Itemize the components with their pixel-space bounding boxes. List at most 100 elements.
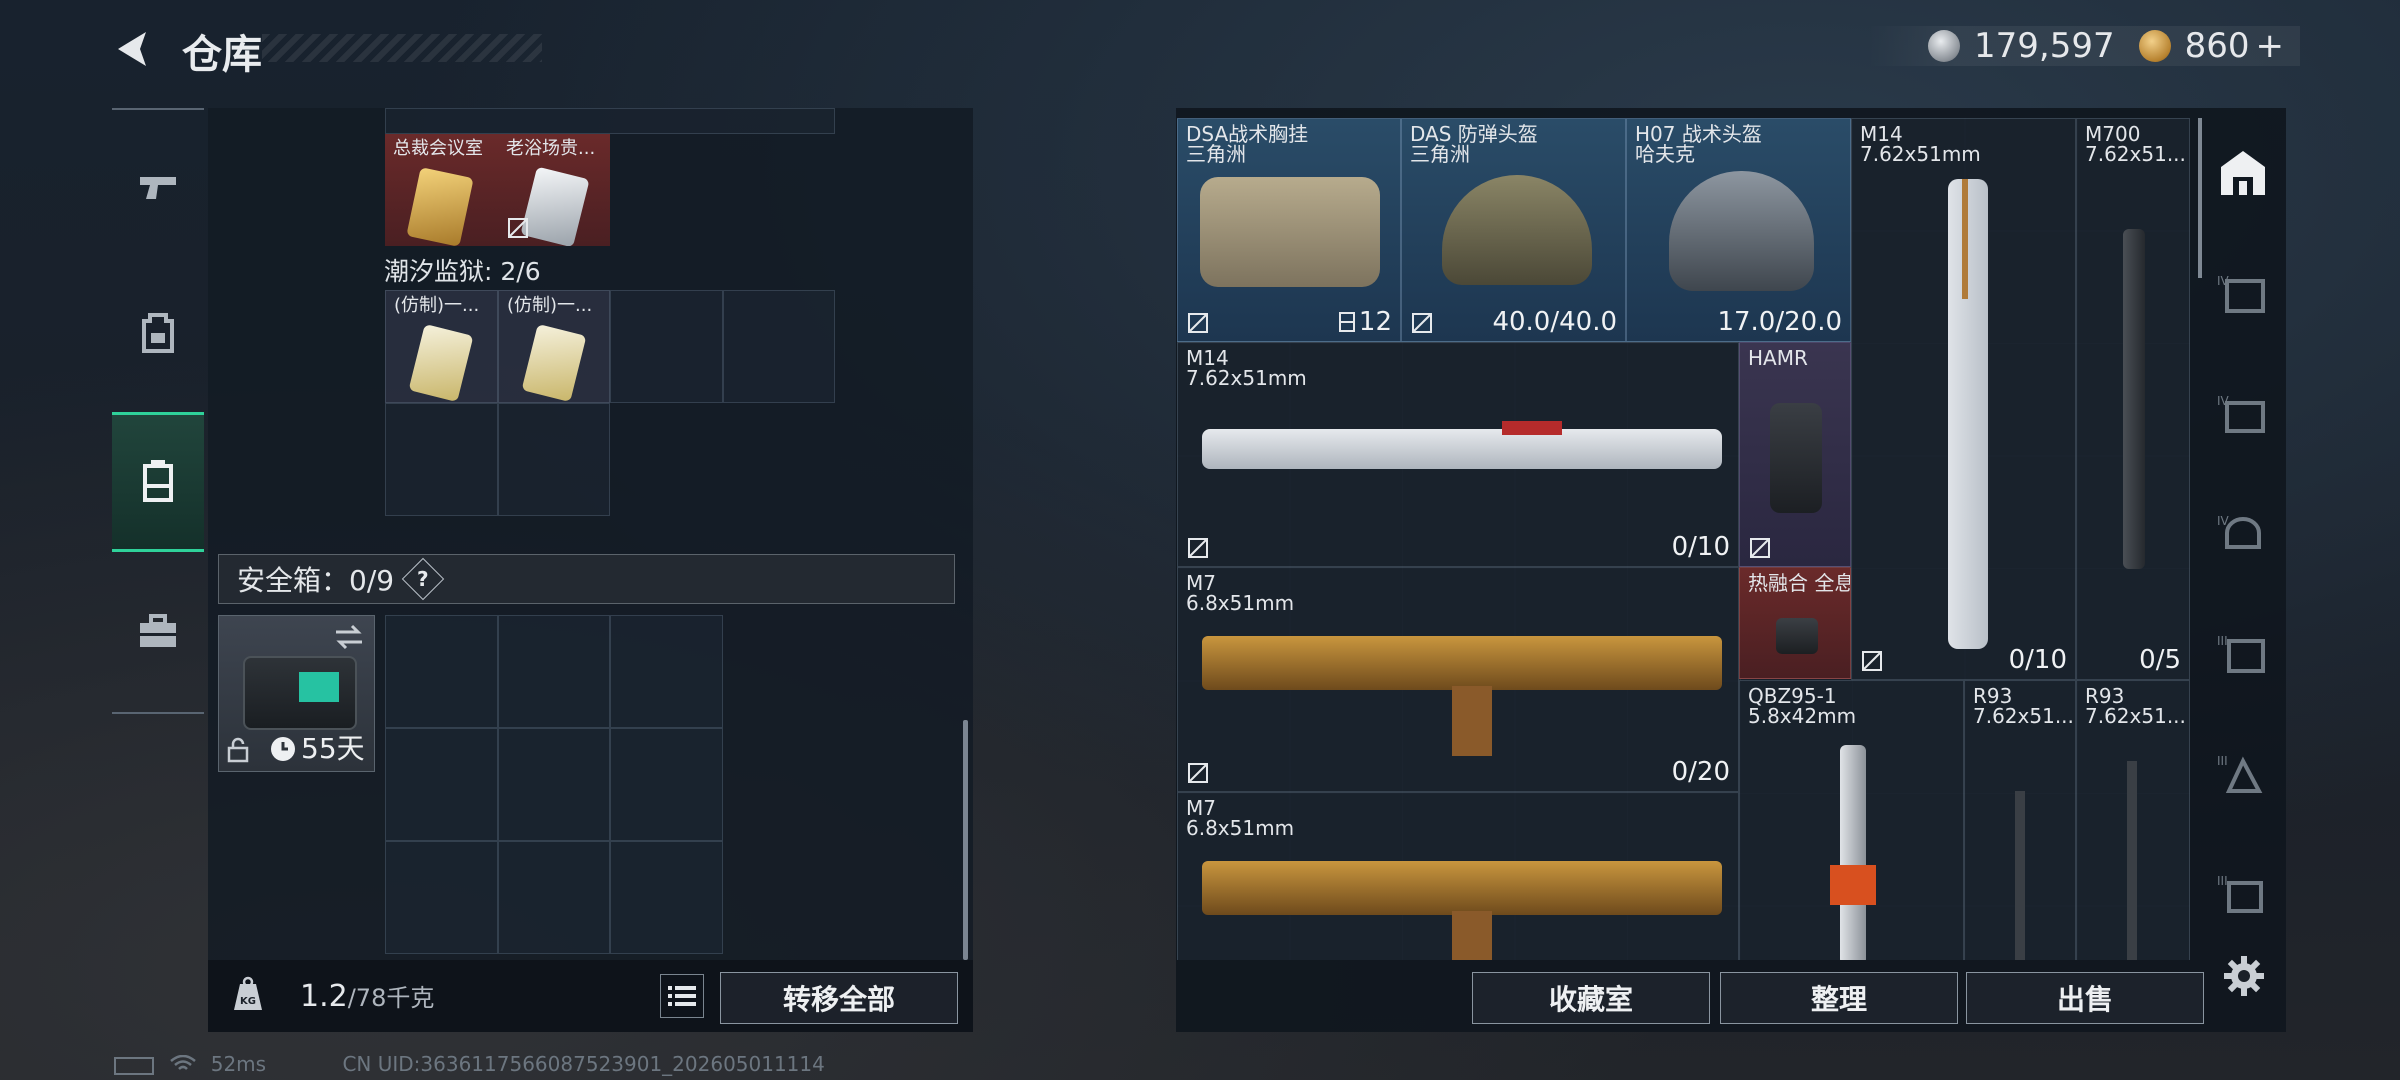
item-name: R93 xyxy=(1973,684,2013,708)
item-sub: 7.62x51... xyxy=(2085,705,2185,727)
silver-amount: 179,597 xyxy=(1973,26,2115,66)
item-rifle-r93[interactable]: R93 7.62x51... xyxy=(1964,680,2076,960)
grid-cell[interactable] xyxy=(498,841,610,954)
keycard-slot[interactable]: 总裁会议室 xyxy=(385,134,498,246)
add-currency-button[interactable]: + xyxy=(2256,26,2285,66)
back-arrow-icon[interactable] xyxy=(110,26,156,72)
item-tactical-vest[interactable]: DSA战术胸挂 三角洲 12 xyxy=(1177,118,1401,342)
tab-tier3-helmet[interactable]: III xyxy=(2202,838,2284,948)
svg-text:III: III xyxy=(2217,874,2228,888)
grid-cell[interactable] xyxy=(385,728,498,841)
grid-cell[interactable] xyxy=(723,290,835,403)
bound-item-icon xyxy=(1862,651,1882,671)
bound-item-icon xyxy=(1750,538,1770,558)
wifi-icon xyxy=(170,1054,197,1078)
keycard-replica-icon xyxy=(408,323,474,402)
prison-keycard-slot[interactable]: (仿制)一... xyxy=(498,290,610,403)
grid-cell[interactable] xyxy=(498,728,610,841)
settings-button[interactable] xyxy=(2222,954,2266,1002)
sight-image xyxy=(1776,618,1818,654)
clock-icon xyxy=(271,737,295,761)
sniper-image xyxy=(2127,761,2137,960)
rifle-image xyxy=(1948,179,1988,649)
sort-button[interactable]: 整理 xyxy=(1720,972,1958,1024)
grid-cell[interactable] xyxy=(610,615,723,728)
grid-cell[interactable] xyxy=(610,728,723,841)
item-rifle-m7[interactable]: M7 6.8x51mm xyxy=(1177,792,1739,960)
battery-icon xyxy=(114,1056,154,1075)
list-view-button[interactable] xyxy=(660,974,704,1018)
item-name: HAMR xyxy=(1748,346,1808,370)
sidebar-item-equipment[interactable] xyxy=(112,278,204,388)
sell-button[interactable]: 出售 xyxy=(1966,972,2204,1024)
item-sub: 哈夫克 xyxy=(1635,142,1695,166)
grid-cell[interactable] xyxy=(498,403,610,516)
grid-cell[interactable] xyxy=(385,841,498,954)
toolbox-icon xyxy=(140,614,176,647)
item-tactical-helmet[interactable]: H07 战术头盔 哈夫克 17.0/20.0 xyxy=(1626,118,1851,342)
backpack-icon xyxy=(142,313,174,353)
grid-cell[interactable] xyxy=(385,615,498,728)
item-rifle-m7[interactable]: M7 6.8x51mm 0/20 xyxy=(1177,567,1739,792)
bound-item-icon xyxy=(1412,313,1432,333)
collection-room-button[interactable]: 收藏室 xyxy=(1472,972,1710,1024)
tier3-vest-icon: III xyxy=(2217,754,2263,793)
item-sub: 三角洲 xyxy=(1410,142,1470,166)
item-ballistic-helmet[interactable]: DAS 防弹头盔 三角洲 40.0/40.0 xyxy=(1401,118,1626,342)
durability: 40.0/40.0 xyxy=(1492,307,1617,337)
item-rifle-qbz95[interactable]: QBZ95-1 5.8x42mm xyxy=(1739,680,1964,960)
prison-keycard-slot[interactable]: (仿制)一... xyxy=(385,290,498,403)
item-rifle-r93[interactable]: R93 7.62x51... xyxy=(2076,680,2190,960)
sidebar-item-weapons[interactable] xyxy=(112,132,204,242)
item-sub: 7.62x51mm xyxy=(1860,142,1981,166)
keycard-slot[interactable]: 老浴场贵... xyxy=(498,134,610,246)
rifle-image xyxy=(1202,636,1722,756)
lock-icon xyxy=(227,737,249,763)
carry-weight-max: /78千克 xyxy=(347,984,435,1012)
tier3-helmet-icon: III xyxy=(2217,874,2263,913)
tab-tier4-vest[interactable]: IV xyxy=(2202,358,2284,468)
ammo-count: 0/5 xyxy=(2139,645,2181,675)
sidebar-item-misc[interactable] xyxy=(112,576,204,686)
item-holo-sight[interactable]: 热融合 全息 xyxy=(1739,567,1851,679)
help-button[interactable]: ? xyxy=(401,557,445,601)
swap-icon[interactable] xyxy=(334,624,364,650)
user-uid: CN UID:36361175660875239​01_202605011114 xyxy=(342,1052,825,1076)
safebox-item[interactable]: 55天 xyxy=(218,615,375,772)
scope-image xyxy=(1770,403,1822,513)
item-rifle-m14[interactable]: M14 7.62x51mm 0/10 xyxy=(1177,342,1739,567)
transfer-all-button[interactable]: 转移全部 xyxy=(720,972,958,1024)
rifle-image xyxy=(1202,421,1722,469)
bound-item-icon xyxy=(1188,538,1208,558)
item-rifle-m14-vertical[interactable]: M14 7.62x51mm 0/10 xyxy=(1851,118,2076,680)
keycard-gold-icon xyxy=(406,167,474,246)
item-rifle-m700[interactable]: M700 7.62x51... 0/5 xyxy=(2076,118,2190,680)
left-scrollbar[interactable] xyxy=(963,720,968,960)
item-scope-hamr[interactable]: HAMR xyxy=(1739,342,1851,567)
item-count: 12 xyxy=(1358,307,1392,337)
item-sub: 7.62x51... xyxy=(1973,705,2073,727)
item-name: 总裁会议室 xyxy=(393,138,483,159)
prison-keycard-label: 潮汐监狱: 2/6 xyxy=(384,257,541,286)
tab-tier3-vest[interactable]: III xyxy=(2202,718,2284,828)
safebox-label: 安全箱：0/9 xyxy=(237,564,395,597)
ping-value: 52ms xyxy=(210,1052,267,1076)
item-sub: 5.8x42mm xyxy=(1748,704,1857,728)
gold-coin-icon xyxy=(2138,30,2171,62)
tab-tier4-helmet[interactable]: IV xyxy=(2202,478,2284,588)
settings-gear-icon xyxy=(2224,956,2264,996)
tab-warehouse[interactable] xyxy=(2202,118,2284,228)
tab-tier3-armor[interactable]: III xyxy=(2202,598,2284,708)
item-sub: 三角洲 xyxy=(1186,142,1246,166)
sidebar-item-containers[interactable] xyxy=(112,412,204,552)
ammo-count: 0/20 xyxy=(1671,757,1730,787)
bound-item-icon xyxy=(508,218,528,238)
tab-tier4-armor[interactable]: IV xyxy=(2202,238,2284,348)
grid-cell[interactable] xyxy=(385,403,498,516)
grid-cell[interactable] xyxy=(610,841,723,954)
safebox-header: 安全箱：0/9 ? xyxy=(218,554,955,604)
item-sub: 6.8x51mm xyxy=(1186,591,1295,615)
grid-cell[interactable] xyxy=(610,290,723,403)
grid-cell[interactable] xyxy=(498,615,610,728)
left-bottom-bar: KG 1.2/78千克 转移全部 xyxy=(208,960,973,1032)
